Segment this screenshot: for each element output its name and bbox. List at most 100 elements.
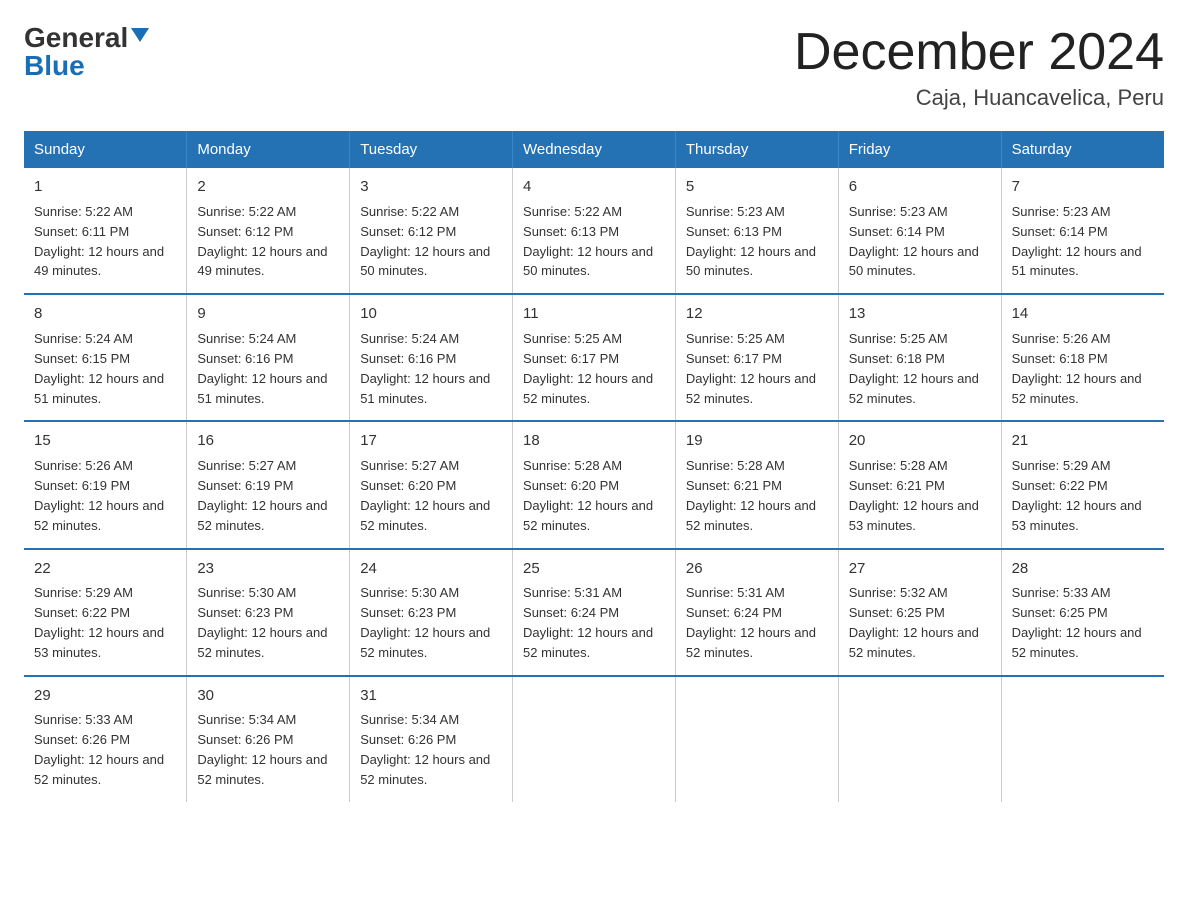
calendar-day-cell: 20 Sunrise: 5:28 AMSunset: 6:21 PMDaylig… — [838, 421, 1001, 548]
calendar-day-cell: 10 Sunrise: 5:24 AMSunset: 6:16 PMDaylig… — [350, 294, 513, 421]
day-number: 27 — [849, 558, 991, 580]
calendar-day-cell — [675, 676, 838, 802]
logo-blue-text: Blue — [24, 52, 85, 80]
day-number: 29 — [34, 685, 176, 707]
day-number: 12 — [686, 303, 828, 325]
day-number: 31 — [360, 685, 502, 707]
day-number: 6 — [849, 176, 991, 198]
day-info: Sunrise: 5:23 AMSunset: 6:13 PMDaylight:… — [686, 204, 816, 279]
day-number: 30 — [197, 685, 339, 707]
day-number: 17 — [360, 430, 502, 452]
day-number: 5 — [686, 176, 828, 198]
calendar-day-cell: 18 Sunrise: 5:28 AMSunset: 6:20 PMDaylig… — [513, 421, 676, 548]
day-number: 21 — [1012, 430, 1154, 452]
day-number: 15 — [34, 430, 176, 452]
day-info: Sunrise: 5:29 AMSunset: 6:22 PMDaylight:… — [34, 585, 164, 660]
calendar-day-header: Tuesday — [350, 131, 513, 168]
day-info: Sunrise: 5:31 AMSunset: 6:24 PMDaylight:… — [523, 585, 653, 660]
calendar-day-cell: 25 Sunrise: 5:31 AMSunset: 6:24 PMDaylig… — [513, 549, 676, 676]
day-number: 26 — [686, 558, 828, 580]
day-info: Sunrise: 5:28 AMSunset: 6:21 PMDaylight:… — [849, 458, 979, 533]
calendar-day-cell: 21 Sunrise: 5:29 AMSunset: 6:22 PMDaylig… — [1001, 421, 1164, 548]
day-info: Sunrise: 5:25 AMSunset: 6:17 PMDaylight:… — [686, 331, 816, 406]
page-header: General Blue December 2024 Caja, Huancav… — [24, 24, 1164, 111]
day-info: Sunrise: 5:22 AMSunset: 6:12 PMDaylight:… — [360, 204, 490, 279]
page-title: December 2024 — [794, 24, 1164, 81]
day-number: 10 — [360, 303, 502, 325]
day-info: Sunrise: 5:33 AMSunset: 6:26 PMDaylight:… — [34, 712, 164, 787]
calendar-day-cell: 15 Sunrise: 5:26 AMSunset: 6:19 PMDaylig… — [24, 421, 187, 548]
day-info: Sunrise: 5:28 AMSunset: 6:20 PMDaylight:… — [523, 458, 653, 533]
calendar-week-row: 15 Sunrise: 5:26 AMSunset: 6:19 PMDaylig… — [24, 421, 1164, 548]
calendar-day-header: Thursday — [675, 131, 838, 168]
calendar-day-cell: 12 Sunrise: 5:25 AMSunset: 6:17 PMDaylig… — [675, 294, 838, 421]
calendar-day-cell — [1001, 676, 1164, 802]
day-info: Sunrise: 5:24 AMSunset: 6:16 PMDaylight:… — [197, 331, 327, 406]
calendar-day-cell: 5 Sunrise: 5:23 AMSunset: 6:13 PMDayligh… — [675, 168, 838, 294]
day-info: Sunrise: 5:34 AMSunset: 6:26 PMDaylight:… — [360, 712, 490, 787]
day-number: 8 — [34, 303, 176, 325]
calendar-day-cell: 3 Sunrise: 5:22 AMSunset: 6:12 PMDayligh… — [350, 168, 513, 294]
day-info: Sunrise: 5:22 AMSunset: 6:12 PMDaylight:… — [197, 204, 327, 279]
day-info: Sunrise: 5:27 AMSunset: 6:19 PMDaylight:… — [197, 458, 327, 533]
day-info: Sunrise: 5:32 AMSunset: 6:25 PMDaylight:… — [849, 585, 979, 660]
day-info: Sunrise: 5:24 AMSunset: 6:16 PMDaylight:… — [360, 331, 490, 406]
calendar-day-header: Wednesday — [513, 131, 676, 168]
day-number: 28 — [1012, 558, 1154, 580]
calendar-day-cell: 31 Sunrise: 5:34 AMSunset: 6:26 PMDaylig… — [350, 676, 513, 802]
logo-general-text: General — [24, 24, 128, 52]
calendar-day-cell: 19 Sunrise: 5:28 AMSunset: 6:21 PMDaylig… — [675, 421, 838, 548]
calendar-day-cell: 26 Sunrise: 5:31 AMSunset: 6:24 PMDaylig… — [675, 549, 838, 676]
calendar-day-header: Sunday — [24, 131, 187, 168]
calendar-day-cell: 9 Sunrise: 5:24 AMSunset: 6:16 PMDayligh… — [187, 294, 350, 421]
calendar-day-header: Saturday — [1001, 131, 1164, 168]
day-number: 23 — [197, 558, 339, 580]
calendar-day-cell: 6 Sunrise: 5:23 AMSunset: 6:14 PMDayligh… — [838, 168, 1001, 294]
calendar-day-cell: 24 Sunrise: 5:30 AMSunset: 6:23 PMDaylig… — [350, 549, 513, 676]
day-number: 14 — [1012, 303, 1154, 325]
day-number: 7 — [1012, 176, 1154, 198]
day-number: 11 — [523, 303, 665, 325]
calendar-week-row: 8 Sunrise: 5:24 AMSunset: 6:15 PMDayligh… — [24, 294, 1164, 421]
calendar-table: SundayMondayTuesdayWednesdayThursdayFrid… — [24, 131, 1164, 802]
calendar-week-row: 22 Sunrise: 5:29 AMSunset: 6:22 PMDaylig… — [24, 549, 1164, 676]
calendar-day-cell: 13 Sunrise: 5:25 AMSunset: 6:18 PMDaylig… — [838, 294, 1001, 421]
day-info: Sunrise: 5:31 AMSunset: 6:24 PMDaylight:… — [686, 585, 816, 660]
day-info: Sunrise: 5:25 AMSunset: 6:18 PMDaylight:… — [849, 331, 979, 406]
day-info: Sunrise: 5:30 AMSunset: 6:23 PMDaylight:… — [197, 585, 327, 660]
day-number: 9 — [197, 303, 339, 325]
day-number: 1 — [34, 176, 176, 198]
calendar-day-cell: 29 Sunrise: 5:33 AMSunset: 6:26 PMDaylig… — [24, 676, 187, 802]
day-info: Sunrise: 5:23 AMSunset: 6:14 PMDaylight:… — [849, 204, 979, 279]
day-info: Sunrise: 5:33 AMSunset: 6:25 PMDaylight:… — [1012, 585, 1142, 660]
day-number: 4 — [523, 176, 665, 198]
calendar-day-cell: 4 Sunrise: 5:22 AMSunset: 6:13 PMDayligh… — [513, 168, 676, 294]
calendar-day-cell: 28 Sunrise: 5:33 AMSunset: 6:25 PMDaylig… — [1001, 549, 1164, 676]
calendar-header-row: SundayMondayTuesdayWednesdayThursdayFrid… — [24, 131, 1164, 168]
day-number: 16 — [197, 430, 339, 452]
calendar-day-header: Monday — [187, 131, 350, 168]
page-subtitle: Caja, Huancavelica, Peru — [794, 85, 1164, 111]
calendar-day-cell: 17 Sunrise: 5:27 AMSunset: 6:20 PMDaylig… — [350, 421, 513, 548]
calendar-week-row: 1 Sunrise: 5:22 AMSunset: 6:11 PMDayligh… — [24, 168, 1164, 294]
calendar-day-cell: 8 Sunrise: 5:24 AMSunset: 6:15 PMDayligh… — [24, 294, 187, 421]
day-info: Sunrise: 5:29 AMSunset: 6:22 PMDaylight:… — [1012, 458, 1142, 533]
calendar-day-cell — [513, 676, 676, 802]
day-number: 19 — [686, 430, 828, 452]
calendar-day-cell: 16 Sunrise: 5:27 AMSunset: 6:19 PMDaylig… — [187, 421, 350, 548]
day-info: Sunrise: 5:22 AMSunset: 6:13 PMDaylight:… — [523, 204, 653, 279]
calendar-day-cell — [838, 676, 1001, 802]
day-info: Sunrise: 5:28 AMSunset: 6:21 PMDaylight:… — [686, 458, 816, 533]
calendar-day-cell: 7 Sunrise: 5:23 AMSunset: 6:14 PMDayligh… — [1001, 168, 1164, 294]
day-number: 22 — [34, 558, 176, 580]
day-info: Sunrise: 5:26 AMSunset: 6:18 PMDaylight:… — [1012, 331, 1142, 406]
calendar-day-cell: 11 Sunrise: 5:25 AMSunset: 6:17 PMDaylig… — [513, 294, 676, 421]
title-block: December 2024 Caja, Huancavelica, Peru — [794, 24, 1164, 111]
day-number: 18 — [523, 430, 665, 452]
calendar-day-cell: 1 Sunrise: 5:22 AMSunset: 6:11 PMDayligh… — [24, 168, 187, 294]
day-number: 3 — [360, 176, 502, 198]
calendar-day-cell: 23 Sunrise: 5:30 AMSunset: 6:23 PMDaylig… — [187, 549, 350, 676]
calendar-day-header: Friday — [838, 131, 1001, 168]
day-info: Sunrise: 5:22 AMSunset: 6:11 PMDaylight:… — [34, 204, 164, 279]
day-info: Sunrise: 5:24 AMSunset: 6:15 PMDaylight:… — [34, 331, 164, 406]
